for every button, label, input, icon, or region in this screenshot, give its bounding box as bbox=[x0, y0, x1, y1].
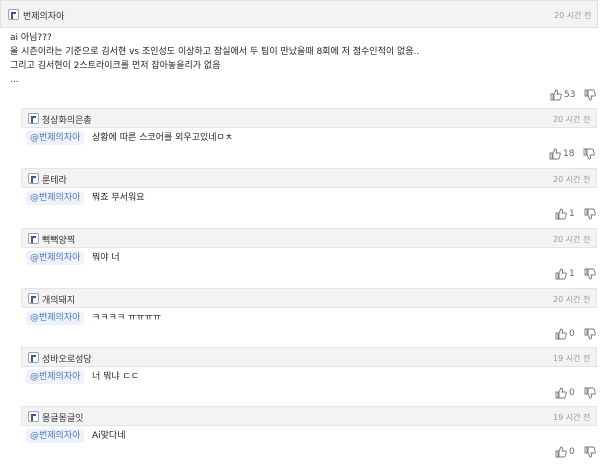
reply-text: 상황에 따른 스코어를 외우고있네ㅁㅊ bbox=[92, 133, 234, 143]
reply-time: 20 시간 전 bbox=[553, 295, 591, 304]
like-count: 1 bbox=[569, 269, 575, 279]
reply-text: 뭐야 너 bbox=[92, 253, 120, 263]
like-count: 0 bbox=[569, 447, 575, 457]
mention-tag[interactable]: @번제의자아 bbox=[26, 429, 85, 443]
reply-time: 20 시간 전 bbox=[553, 115, 591, 124]
level-badge-icon bbox=[28, 411, 39, 422]
mention-tag[interactable]: @번제의자아 bbox=[26, 191, 85, 205]
comment-thread: 번제의자아 20 시간 전 ai 아님??? 올 시즌이라는 기준으로 김서현 … bbox=[0, 0, 600, 465]
level-badge-icon bbox=[8, 9, 19, 20]
vote-bar: 0 bbox=[555, 387, 596, 399]
like-count: 18 bbox=[563, 149, 575, 159]
comment-line: ai 아님??? bbox=[10, 33, 52, 43]
reply-author[interactable]: 룬테라 bbox=[42, 173, 67, 186]
like-count: 1 bbox=[569, 209, 575, 219]
comment-time: 20 시간 전 bbox=[554, 11, 592, 20]
reply-header: 청상화의은총 20 시간 전 bbox=[21, 108, 597, 128]
reply-header: 룬테라 20 시간 전 bbox=[21, 168, 597, 188]
thumbs-up-icon[interactable] bbox=[550, 89, 562, 101]
reply-header: 성바오로성당 19 시간 전 bbox=[21, 347, 597, 367]
mention-tag[interactable]: @번제의자아 bbox=[26, 131, 85, 145]
reply-header: 개의돼지 20 시간 전 bbox=[21, 288, 597, 308]
level-badge-icon bbox=[28, 113, 39, 124]
thumbs-down-icon[interactable] bbox=[583, 148, 596, 160]
thumbs-down-icon[interactable] bbox=[584, 446, 596, 458]
vote-bar: 0 bbox=[555, 328, 596, 340]
reply-text: ㅋㅋㅋㅋ ㅠㅠㅠㅠ bbox=[92, 313, 162, 323]
thumbs-up-icon[interactable] bbox=[549, 148, 561, 160]
thumbs-down-icon[interactable] bbox=[584, 208, 596, 220]
thumbs-down-icon[interactable] bbox=[584, 387, 596, 399]
thumbs-down-icon[interactable] bbox=[584, 328, 596, 340]
reply-time: 20 시간 전 bbox=[553, 235, 591, 244]
reply-time: 20 시간 전 bbox=[553, 175, 591, 184]
reply-author[interactable]: 개의돼지 bbox=[42, 293, 75, 306]
mention-tag[interactable]: @번제의자아 bbox=[26, 370, 85, 384]
reply-text: Ai맞다네 bbox=[92, 431, 126, 441]
level-badge-icon bbox=[28, 233, 39, 244]
mention-tag[interactable]: @번제의자아 bbox=[26, 251, 85, 265]
like-count: 53 bbox=[564, 90, 576, 100]
thumbs-up-icon[interactable] bbox=[555, 387, 567, 399]
reply-author[interactable]: 몽글몽글잇 bbox=[42, 411, 83, 424]
thumbs-up-icon[interactable] bbox=[555, 268, 567, 280]
reply-author[interactable]: 뻑뻑양찍 bbox=[42, 233, 75, 246]
vote-bar: 53 bbox=[550, 89, 597, 101]
like-count: 0 bbox=[569, 329, 575, 339]
like-count: 0 bbox=[569, 388, 575, 398]
vote-bar: 1 bbox=[555, 268, 596, 280]
comment-header: 번제의자아 20 시간 전 bbox=[0, 0, 598, 28]
mention-tag[interactable]: @번제의자아 bbox=[26, 311, 85, 325]
thumbs-down-icon[interactable] bbox=[584, 89, 597, 101]
reply-time: 19 시간 전 bbox=[553, 413, 591, 422]
reply-text: 뭐죠 무서워요 bbox=[92, 193, 145, 203]
level-badge-icon bbox=[28, 173, 39, 184]
comment-line: 올 시즌이라는 기준으로 김서현 vs 조인성도 이상하고 잠실에서 두 팀이 … bbox=[10, 47, 420, 57]
thumbs-up-icon[interactable] bbox=[555, 208, 567, 220]
comment-line: ... bbox=[10, 75, 19, 85]
thumbs-up-icon[interactable] bbox=[555, 446, 567, 458]
level-badge-icon bbox=[28, 293, 39, 304]
vote-bar: 0 bbox=[555, 446, 596, 458]
reply-header: 몽글몽글잇 19 시간 전 bbox=[21, 406, 597, 426]
reply-header: 뻑뻑양찍 20 시간 전 bbox=[21, 228, 597, 248]
vote-bar: 18 bbox=[549, 148, 596, 160]
thumbs-down-icon[interactable] bbox=[584, 268, 596, 280]
reply-author[interactable]: 청상화의은총 bbox=[42, 113, 92, 126]
reply-text: 너 뭐냐 ㄷㄷ bbox=[92, 372, 140, 382]
vote-bar: 1 bbox=[555, 208, 596, 220]
reply-author[interactable]: 성바오로성당 bbox=[42, 352, 92, 365]
level-badge-icon bbox=[28, 352, 39, 363]
comment-author[interactable]: 번제의자아 bbox=[23, 9, 64, 22]
thumbs-up-icon[interactable] bbox=[555, 328, 567, 340]
comment-line: 그리고 김서현이 2스트라이크를 먼저 잡아놓을리가 없음 bbox=[10, 61, 221, 71]
reply-time: 19 시간 전 bbox=[553, 354, 591, 363]
